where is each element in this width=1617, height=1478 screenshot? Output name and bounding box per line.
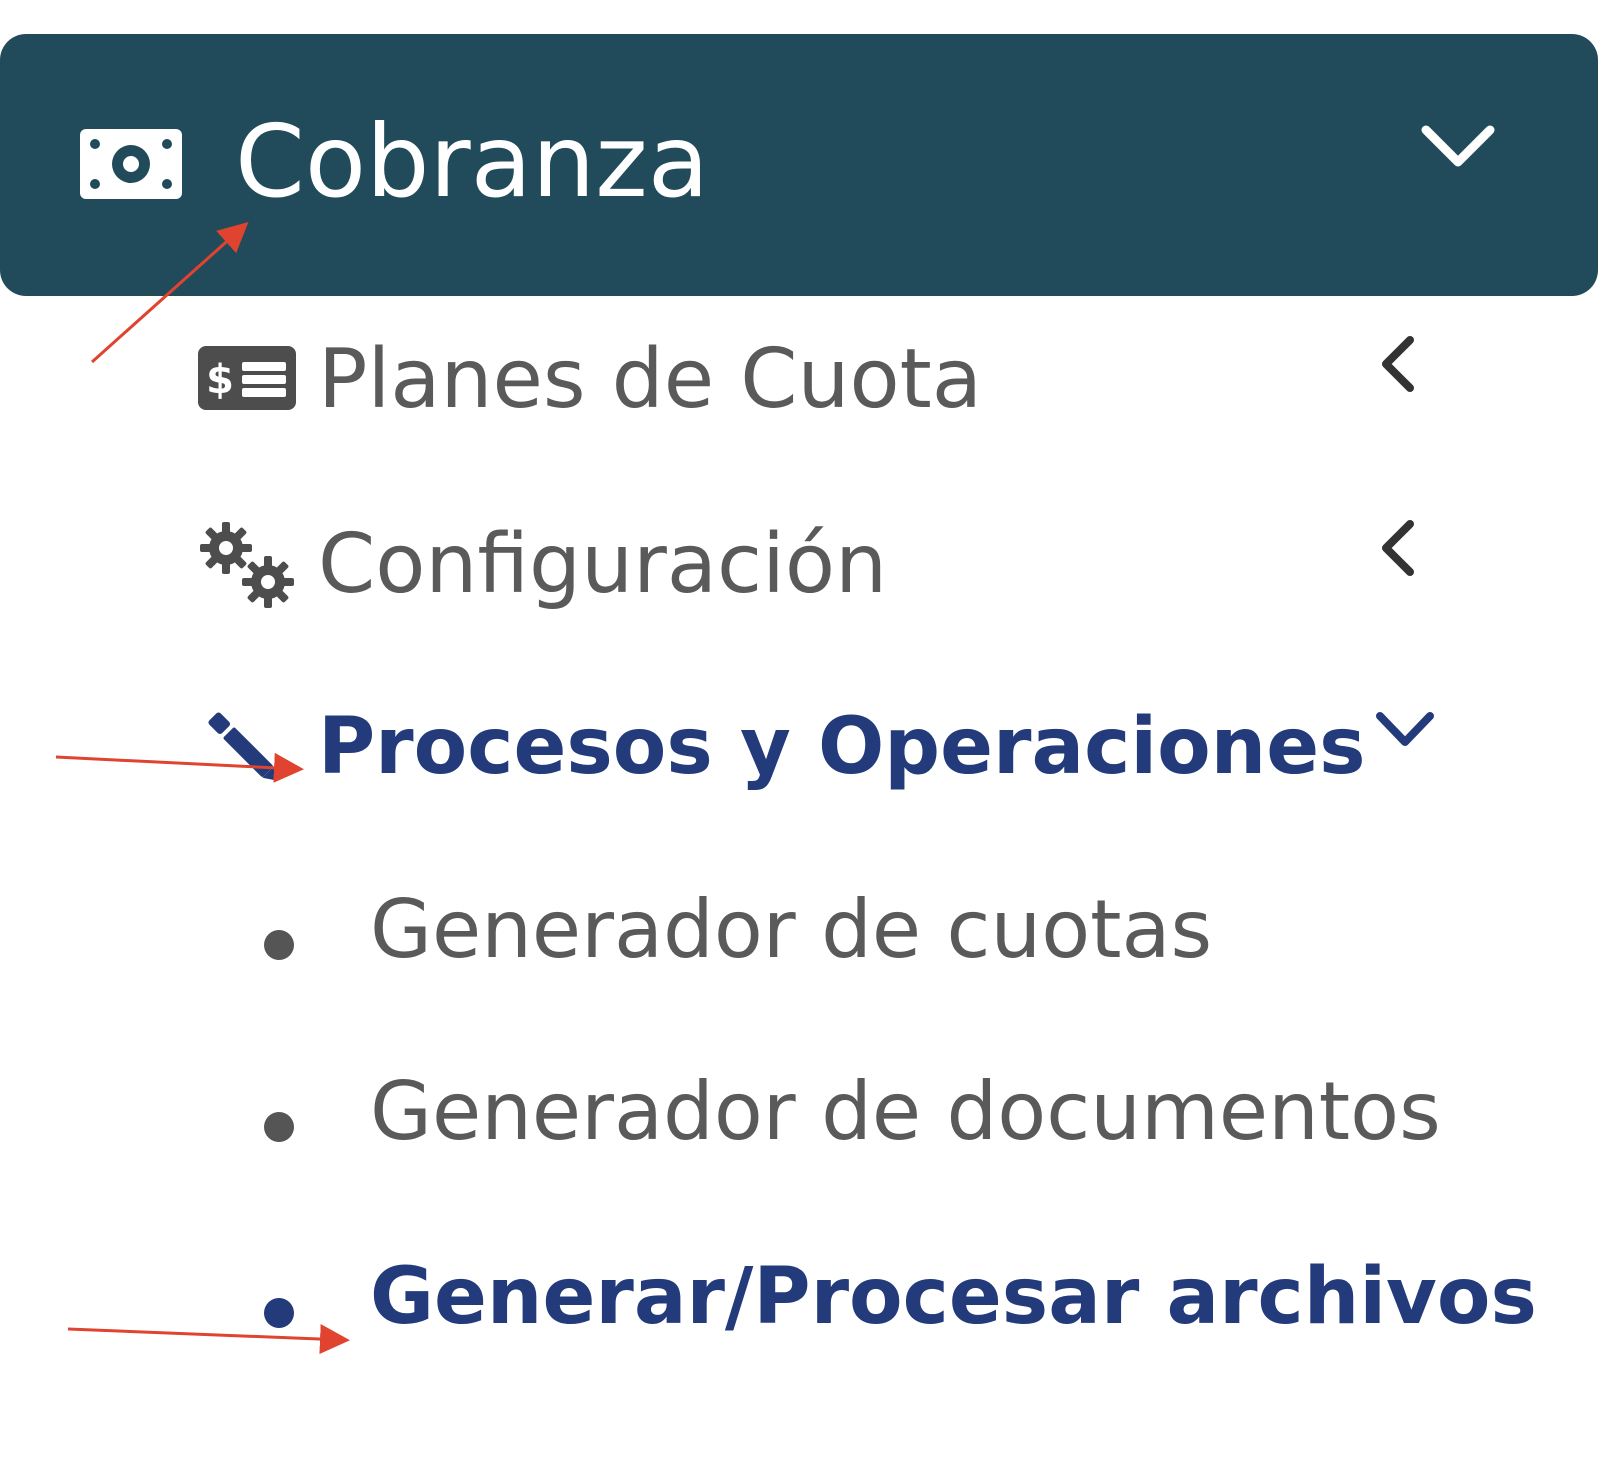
svg-text:$: $ (206, 357, 234, 403)
menu-item-label: Procesos y Operaciones (318, 702, 1366, 792)
menu-item-label: Planes de Cuota (318, 332, 983, 427)
chevron-down-icon (1421, 125, 1495, 167)
submenu-item-label: Generador de documentos (370, 1065, 1441, 1158)
chevron-left-icon (1382, 520, 1414, 576)
bullet-icon (264, 1112, 294, 1142)
submenu-item-label: Generador de cuotas (370, 883, 1213, 976)
money-check-icon: $ (198, 346, 296, 410)
pen-icon (208, 712, 277, 781)
gears-icon (200, 522, 294, 608)
chevron-left-icon (1382, 336, 1414, 392)
submenu-item-label: Generar/Procesar archivos (370, 1252, 1537, 1342)
bullet-icon (264, 1298, 294, 1328)
bullet-icon (264, 930, 294, 960)
money-bill-icon (80, 129, 182, 199)
annotation-arrow (67, 1324, 350, 1355)
menu-item-label: Configuración (318, 517, 888, 612)
chevron-down-icon (1376, 712, 1434, 746)
menu-header-label: Cobranza (235, 103, 710, 220)
